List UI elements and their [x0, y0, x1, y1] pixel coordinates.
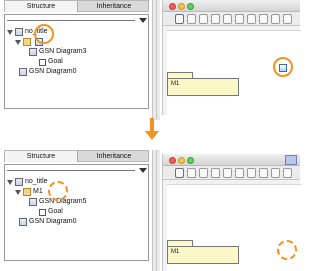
tool-icon[interactable] [187, 168, 196, 178]
module-node[interactable]: M1 [167, 78, 239, 96]
tool-icon[interactable] [247, 168, 256, 178]
zoom-button-icon[interactable] [187, 3, 194, 10]
tool-icon[interactable] [283, 14, 292, 24]
window-badge-icon [285, 155, 297, 165]
folder-icon [23, 188, 31, 196]
bottom-tree-panel: no_title M1 GSN Diagram5 Goal GSN Diagra… [4, 164, 149, 261]
close-button-icon[interactable] [169, 3, 176, 10]
tool-icon[interactable] [259, 14, 268, 24]
diagram-canvas[interactable]: M1 [167, 184, 301, 271]
pointer-icon[interactable] [175, 14, 184, 24]
transition-arrow-stem [150, 118, 154, 132]
tool-icon[interactable] [223, 168, 232, 178]
gsn-diagram-icon [29, 48, 37, 56]
expand-triangle-icon[interactable] [7, 179, 13, 185]
project-icon [15, 178, 23, 186]
top-tree-panel: no_title GSN Diagram3 Goal GSN Diagram0 [4, 14, 149, 109]
bottom-tab-bar: Structure Inheritance [4, 150, 149, 162]
highlight-ring-dashed [277, 240, 297, 260]
tool-icon[interactable] [283, 168, 292, 178]
tool-icon[interactable] [199, 168, 208, 178]
tree-root-row[interactable]: no_title [7, 177, 48, 187]
module-node-label: M1 [171, 81, 180, 87]
pointer-icon[interactable] [175, 168, 184, 178]
minimize-button-icon[interactable] [178, 157, 185, 164]
tab-inheritance[interactable]: Inheritance [78, 1, 150, 12]
tool-icon[interactable] [199, 14, 208, 24]
gsn-diagram-icon [19, 218, 27, 226]
arrow-down-icon[interactable] [271, 168, 280, 178]
tree-folder-row[interactable]: M1 [15, 187, 43, 197]
tree-item-label: GSN Diagram0 [29, 68, 77, 75]
tool-icon[interactable] [211, 168, 220, 178]
tree-item-label: Goal [48, 208, 63, 215]
top-diagram-window: M1 [162, 0, 301, 115]
diagram-toolbar [163, 166, 300, 180]
expand-triangle-icon[interactable] [15, 189, 21, 195]
tree-item-label: GSN Diagram0 [29, 218, 77, 225]
diagram-canvas[interactable]: M1 [167, 30, 301, 115]
window-titlebar [163, 0, 300, 12]
tree-item-diagram0[interactable]: GSN Diagram0 [19, 67, 76, 77]
tree-root-label: no_title [25, 178, 48, 185]
window-titlebar [163, 154, 300, 166]
diagram-toolbar [163, 12, 300, 26]
folder-icon [23, 38, 31, 46]
tool-icon[interactable] [223, 14, 232, 24]
tree-menu-chevron-icon[interactable] [139, 168, 147, 173]
minimize-button-icon[interactable] [178, 3, 185, 10]
tree-item-goal[interactable]: Goal [39, 207, 63, 217]
tab-structure[interactable]: Structure [5, 151, 77, 162]
tab-structure[interactable]: Structure [5, 1, 77, 12]
bottom-screenshot: Structure Inheritance no_title M1 GSN Di… [0, 148, 301, 271]
tool-icon[interactable] [235, 168, 244, 178]
tool-icon[interactable] [211, 14, 220, 24]
tree-item-diagram0[interactable]: GSN Diagram0 [19, 217, 76, 227]
goal-icon [39, 58, 46, 66]
tree-item-label: GSN Diagram3 [39, 48, 87, 55]
expand-triangle-icon[interactable] [15, 39, 21, 45]
tree-header-line [7, 20, 135, 21]
tree-folder-label: M1 [33, 188, 43, 195]
tool-icon[interactable] [259, 168, 268, 178]
arrow-down-icon[interactable] [271, 14, 280, 24]
tab-inheritance[interactable]: Inheritance [78, 151, 150, 162]
gsn-diagram-icon [19, 68, 27, 76]
close-button-icon[interactable] [169, 157, 176, 164]
top-screenshot: Structure Inheritance no_title GSN Diagr… [0, 0, 301, 120]
bottom-diagram-window: M1 [162, 154, 301, 271]
top-tab-bar: Structure Inheritance [4, 0, 149, 12]
expand-triangle-icon[interactable] [7, 29, 13, 35]
transition-arrow-head [145, 131, 159, 140]
tool-icon[interactable] [247, 14, 256, 24]
goal-icon [39, 208, 46, 216]
highlight-ring [273, 57, 293, 77]
tool-icon[interactable] [187, 14, 196, 24]
project-icon [15, 28, 23, 36]
panel-divider[interactable] [156, 0, 160, 120]
tool-icon[interactable] [235, 14, 244, 24]
zoom-button-icon[interactable] [187, 157, 194, 164]
tree-item-diagram[interactable]: GSN Diagram3 [29, 47, 86, 57]
module-node[interactable]: M1 [167, 246, 239, 264]
tree-item-goal[interactable]: Goal [39, 57, 63, 67]
gsn-diagram-icon [29, 198, 37, 206]
tree-header-line [7, 170, 135, 171]
highlight-ring-dashed [48, 181, 68, 201]
panel-divider[interactable] [156, 150, 160, 271]
tree-menu-chevron-icon[interactable] [139, 18, 147, 23]
highlight-ring [34, 24, 54, 44]
module-node-label: M1 [171, 249, 180, 255]
tree-item-label: Goal [48, 58, 63, 65]
